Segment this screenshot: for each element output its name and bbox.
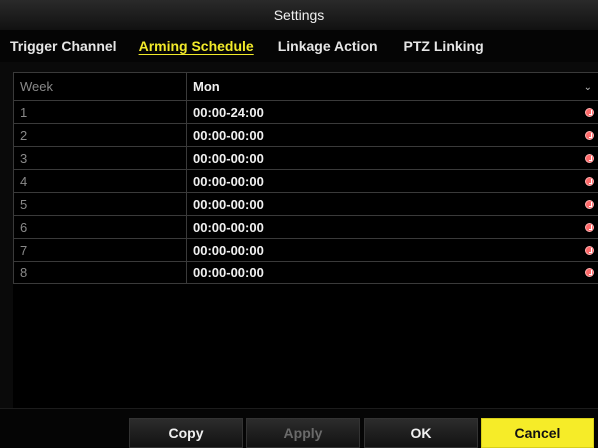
ok-button[interactable]: OK bbox=[364, 418, 478, 448]
period-time-field[interactable]: 00:00-24:00 bbox=[187, 101, 598, 123]
period-index: 3 bbox=[13, 147, 187, 169]
period-time-value: 00:00-00:00 bbox=[193, 196, 264, 212]
cancel-button[interactable]: Cancel bbox=[481, 418, 594, 448]
schedule-row: 6 00:00-00:00 bbox=[13, 215, 598, 238]
week-label: Week bbox=[13, 73, 187, 100]
period-index: 5 bbox=[13, 193, 187, 215]
period-index: 7 bbox=[13, 239, 187, 261]
period-index: 2 bbox=[13, 124, 187, 146]
schedule-grid: Week Mon ⌄ 1 00:00-24:00 2 00:00-00:00 3… bbox=[13, 72, 598, 409]
period-index: 4 bbox=[13, 170, 187, 192]
period-time-value: 00:00-00:00 bbox=[193, 173, 264, 189]
clock-icon[interactable] bbox=[585, 222, 594, 232]
chevron-down-icon[interactable]: ⌄ bbox=[584, 82, 592, 93]
period-time-value: 00:00-00:00 bbox=[193, 242, 264, 258]
period-time-field[interactable]: 00:00-00:00 bbox=[187, 170, 598, 192]
clock-icon[interactable] bbox=[585, 130, 594, 140]
tab-arming-schedule[interactable]: Arming Schedule bbox=[139, 38, 254, 54]
period-time-field[interactable]: 00:00-00:00 bbox=[187, 147, 598, 169]
week-day-value: Mon bbox=[193, 79, 220, 94]
schedule-row: 2 00:00-00:00 bbox=[13, 123, 598, 146]
settings-dialog: Settings Trigger Channel Arming Schedule… bbox=[0, 0, 598, 448]
clock-icon[interactable] bbox=[585, 245, 594, 255]
week-row: Week Mon ⌄ bbox=[13, 72, 598, 100]
dialog-title: Settings bbox=[0, 0, 598, 30]
period-time-field[interactable]: 00:00-00:00 bbox=[187, 262, 598, 283]
period-index: 8 bbox=[13, 262, 187, 283]
clock-icon[interactable] bbox=[585, 199, 594, 209]
clock-icon[interactable] bbox=[585, 153, 594, 163]
period-time-value: 00:00-00:00 bbox=[193, 219, 264, 235]
apply-button[interactable]: Apply bbox=[246, 418, 360, 448]
copy-button[interactable]: Copy bbox=[129, 418, 243, 448]
schedule-row: 4 00:00-00:00 bbox=[13, 169, 598, 192]
period-time-value: 00:00-00:00 bbox=[193, 127, 264, 143]
period-time-field[interactable]: 00:00-00:00 bbox=[187, 124, 598, 146]
period-index: 1 bbox=[13, 101, 187, 123]
period-time-value: 00:00-24:00 bbox=[193, 104, 264, 120]
tab-ptz-linking[interactable]: PTZ Linking bbox=[404, 38, 484, 54]
period-time-value: 00:00-00:00 bbox=[193, 265, 264, 280]
schedule-row: 3 00:00-00:00 bbox=[13, 146, 598, 169]
period-time-field[interactable]: 00:00-00:00 bbox=[187, 216, 598, 238]
clock-icon[interactable] bbox=[585, 107, 594, 117]
clock-icon[interactable] bbox=[585, 176, 594, 186]
period-time-value: 00:00-00:00 bbox=[193, 150, 264, 166]
period-index: 6 bbox=[13, 216, 187, 238]
schedule-row: 8 00:00-00:00 bbox=[13, 261, 598, 284]
week-day-select[interactable]: Mon ⌄ bbox=[187, 73, 598, 100]
tab-linkage-action[interactable]: Linkage Action bbox=[278, 38, 378, 54]
button-bar: Copy Apply OK Cancel bbox=[0, 408, 598, 448]
clock-icon[interactable] bbox=[585, 268, 594, 277]
tab-bar: Trigger Channel Arming Schedule Linkage … bbox=[0, 30, 598, 62]
period-time-field[interactable]: 00:00-00:00 bbox=[187, 239, 598, 261]
period-time-field[interactable]: 00:00-00:00 bbox=[187, 193, 598, 215]
schedule-row: 7 00:00-00:00 bbox=[13, 238, 598, 261]
schedule-row: 5 00:00-00:00 bbox=[13, 192, 598, 215]
tab-trigger-channel[interactable]: Trigger Channel bbox=[10, 38, 117, 54]
schedule-row: 1 00:00-24:00 bbox=[13, 100, 598, 123]
